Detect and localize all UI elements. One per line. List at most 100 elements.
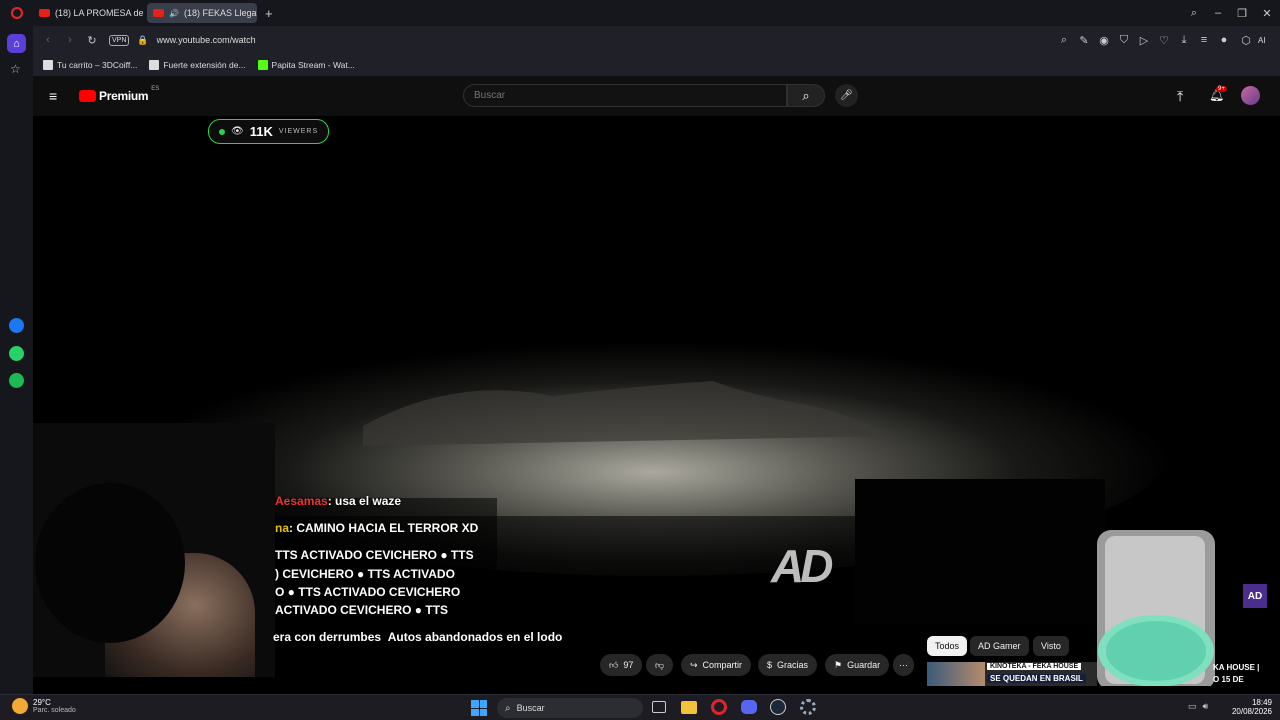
aria-ai-button[interactable]: AI (1258, 36, 1280, 45)
network-icon[interactable]: ▭ (1188, 701, 1197, 712)
taskbar-search[interactable]: ⌕ Buscar (497, 698, 643, 718)
youtube-logo[interactable]: Premium ES (79, 86, 159, 103)
thumbnail-top-text: KINOTEKA - FEKA HOUSE (987, 663, 1082, 670)
viewer-counter: 👁︎ 11K VIEWERS (208, 119, 330, 144)
hamburger-menu-icon[interactable]: ≡ (49, 88, 57, 104)
share-button[interactable]: ↪ Compartir (681, 654, 752, 676)
play-icon[interactable]: ▷ (1134, 34, 1154, 47)
more-label: ··· (899, 660, 908, 670)
thanks-button[interactable]: $ Gracias (758, 654, 818, 676)
thumbs-down-icon: 👎︎ (655, 659, 665, 670)
viewer-label: VIEWERS (278, 128, 319, 135)
favorites-icon[interactable]: ☆ (10, 62, 21, 76)
thanks-icon: $ (767, 660, 773, 670)
search-input[interactable] (464, 85, 764, 106)
chat-message: Aesamas: usa el waze (275, 494, 401, 508)
chat-user: na (275, 521, 290, 535)
like-button[interactable]: 👍︎ 97 (600, 654, 643, 676)
video-player[interactable]: 👁︎ 11K VIEWERS Aesamas: usa el waze na: … (33, 116, 1280, 686)
opera-logo-icon[interactable] (0, 7, 33, 19)
chip-todos[interactable]: Todos (927, 636, 968, 656)
bookmark-item[interactable]: Fuerte extensión de... (149, 60, 246, 70)
home-icon[interactable]: ⌂ (7, 34, 26, 53)
youtube-favicon-icon (39, 9, 50, 17)
search-page-icon[interactable]: ⌕ (1054, 34, 1074, 47)
tab-label: (18) LA PROMESA de King (55, 8, 143, 18)
steam-icon[interactable] (770, 699, 786, 715)
bookmark-item[interactable]: Tu carrito – 3DCoiff... (43, 60, 137, 70)
youtube-header: ≡ Premium ES ⌕ 🎤︎ ⤒ 🔔︎ 9+ (33, 76, 1280, 116)
task-view-icon[interactable] (652, 701, 666, 713)
reload-button[interactable]: ↻ (81, 34, 103, 47)
dislike-button[interactable]: 👎︎ (646, 654, 674, 676)
weather-widget[interactable]: 29°C Parc. soleado (12, 698, 76, 714)
share-label: Compartir (702, 660, 743, 670)
close-window-button[interactable]: ✕ (1254, 7, 1280, 20)
url-field[interactable]: www.youtube.com/watch (157, 35, 1054, 45)
upload-icon[interactable]: ⤒ (1177, 88, 1183, 105)
browser-tab-bar: (18) LA PROMESA de King 🔊 (18) FEKAS Lle… (0, 0, 1280, 26)
more-actions-button[interactable]: ··· (893, 654, 914, 676)
clock-date: 20/08/2026 (1231, 707, 1272, 716)
download-icon[interactable]: ⤓ (1174, 34, 1194, 47)
profile-icon[interactable]: ● (1214, 34, 1234, 46)
taskbar-search-label: Buscar (516, 703, 545, 713)
extensions-icon[interactable]: ⬡ (1234, 34, 1258, 47)
chat-message: TTS ACTIVADO CEVICHERO ● TTS (275, 548, 474, 562)
tab-search-icon[interactable]: ⌕ (1182, 7, 1206, 20)
tab-label: (18) FEKAS Llegan a la (183, 8, 257, 18)
tab-la-promesa[interactable]: (18) LA PROMESA de King (33, 3, 143, 23)
edit-icon[interactable]: ✎ (1074, 34, 1094, 47)
clock[interactable]: 18:49 20/08/2026 (1226, 698, 1272, 716)
restore-button[interactable]: ❐ (1230, 7, 1254, 20)
thumbnail-faces (927, 662, 985, 686)
avatar[interactable] (1241, 86, 1260, 105)
whatsapp-icon[interactable] (9, 346, 24, 361)
menu-icon[interactable]: ≡ (1194, 34, 1214, 46)
back-button[interactable]: ‹ (37, 34, 59, 46)
chip-visto[interactable]: Visto (1033, 636, 1069, 656)
thanks-label: Gracias (777, 660, 809, 670)
spotify-icon[interactable] (9, 373, 24, 388)
file-explorer-icon[interactable] (681, 701, 697, 714)
search-button[interactable]: ⌕ (787, 84, 825, 107)
recommended-title-fragment[interactable]: KA HOUSE | (1213, 663, 1259, 672)
forward-button[interactable]: › (59, 34, 81, 46)
bookmark-icon: ⚑ (834, 659, 843, 670)
vpn-badge[interactable]: VPN (109, 34, 130, 46)
shield-icon[interactable]: ⛉ (1114, 34, 1134, 47)
glass-jar-icon (1097, 530, 1215, 686)
bookmark-item[interactable]: Papita Stream - Wat... (257, 60, 355, 70)
video-title: era con derrumbes Autos abandonados en e… (273, 630, 563, 644)
volume-icon[interactable]: 🔊︎ (1203, 701, 1209, 712)
bookmark-label: Tu carrito – 3DCoiff... (57, 60, 138, 70)
camera-icon[interactable]: ◉ (1094, 34, 1114, 47)
viewer-count: 11K (249, 124, 273, 139)
settings-gear-icon[interactable] (800, 699, 816, 715)
tray-icons[interactable]: ▭ 🔊︎ (1188, 701, 1208, 712)
bookmark-favicon-icon (149, 60, 160, 70)
opera-taskbar-icon[interactable] (711, 699, 727, 715)
new-tab-button[interactable]: + (265, 6, 273, 21)
search-box[interactable] (463, 84, 787, 107)
start-button[interactable] (471, 700, 487, 716)
youtube-favicon-icon (153, 9, 164, 17)
kick-favicon-icon (257, 60, 268, 70)
recommended-video-thumbnail[interactable]: KINOTEKA - FEKA HOUSE SE QUEDAN EN BRASI… (927, 662, 1097, 686)
streamer-webcam (33, 423, 275, 677)
speaker-icon[interactable]: 🔊 (169, 9, 179, 18)
microphone-icon[interactable]: 🎤︎ (835, 84, 858, 107)
weather-temp: 29°C (33, 698, 51, 707)
save-button[interactable]: ⚑ Guardar (825, 654, 890, 676)
minimize-button[interactable]: – (1206, 7, 1230, 19)
chat-text: : CAMINO HACIA EL TERROR XD (289, 521, 479, 535)
recommended-title-fragment[interactable]: O 15 DE (1213, 675, 1244, 684)
chat-user: Aesamas (275, 494, 328, 508)
thumbs-up-icon: 👍︎ (609, 659, 619, 670)
chip-ad-gamer[interactable]: AD Gamer (970, 636, 1029, 656)
messenger-icon[interactable] (9, 318, 24, 333)
discord-icon[interactable] (741, 700, 757, 714)
heart-icon[interactable]: ♡ (1154, 34, 1174, 47)
chat-message: O ● TTS ACTIVADO CEVICHERO (275, 585, 461, 599)
tab-fekas[interactable]: 🔊 (18) FEKAS Llegan a la (147, 3, 257, 23)
